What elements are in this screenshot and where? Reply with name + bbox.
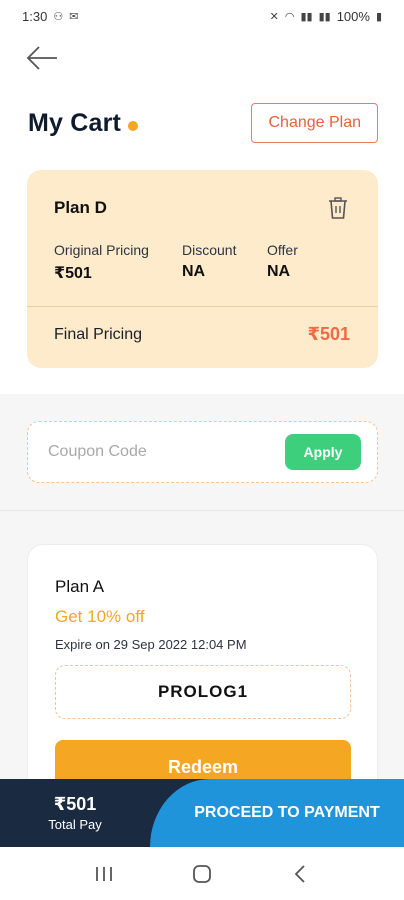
offer-label: Offer: [267, 242, 298, 258]
back-arrow-icon: [26, 46, 57, 70]
discount-value: NA: [182, 263, 206, 280]
title-dot: [128, 121, 139, 131]
mute-icon: ✕: [269, 10, 279, 23]
pay-bar: ₹501 Total Pay PROCEED TO PAYMENT: [0, 779, 404, 847]
status-time: 1:30: [22, 8, 48, 24]
recents-icon: [96, 866, 112, 881]
notification-icon: ⚇: [53, 10, 64, 23]
total-pay-label: Total Pay: [48, 817, 102, 832]
battery-level: 100%: [336, 8, 370, 24]
trash-icon: [329, 197, 347, 219]
back-button[interactable]: [24, 40, 60, 76]
coupon-code-input[interactable]: [48, 443, 248, 461]
final-pricing-label: Final Pricing: [54, 326, 143, 343]
discount: Discount NA: [182, 242, 236, 281]
title-row: My Cart Change Plan: [28, 102, 378, 144]
card-divider: [27, 306, 378, 307]
page-title: My Cart: [28, 108, 139, 138]
original-pricing-value: ₹501: [54, 265, 92, 282]
final-pricing-value: ₹501: [307, 324, 350, 344]
original-pricing-label: Original Pricing: [54, 242, 149, 258]
nav-back-icon: [294, 864, 305, 883]
offer-discount-text: Get 10% off: [55, 607, 145, 626]
plan-name: Plan D: [54, 198, 107, 217]
home-button[interactable]: [182, 854, 222, 894]
battery-icon: ▮: [375, 10, 382, 23]
coupon-box: Apply: [27, 421, 378, 483]
status-bar: 1:30 ⚇ ✉ ✕ ◠ ▮▮ ▮▮ 100% ▮: [0, 0, 404, 32]
signal-icon: ▮▮: [300, 10, 313, 23]
offer-value: NA: [267, 263, 291, 280]
mail-icon: ✉: [69, 10, 79, 23]
page-title-text: My Cart: [28, 108, 122, 137]
proceed-to-payment-button[interactable]: PROCEED TO PAYMENT: [150, 779, 404, 847]
offer-expiry-text: Expire on 29 Sep 2022 12:04 PM: [55, 637, 247, 652]
nav-back-button[interactable]: [280, 854, 320, 894]
plan-card: Plan D Original Pricing ₹501 Discount NA…: [27, 170, 378, 368]
offer-plan-name: Plan A: [55, 577, 105, 596]
total-pay-amount: ₹501: [53, 794, 97, 814]
offer: Offer NA: [267, 242, 298, 281]
signal-icon-2: ▮▮: [318, 10, 331, 23]
apply-button[interactable]: Apply: [285, 434, 361, 470]
discount-label: Discount: [182, 242, 237, 258]
delete-plan-button[interactable]: [326, 196, 350, 220]
original-pricing: Original Pricing ₹501: [54, 242, 149, 283]
change-plan-button[interactable]: Change Plan: [251, 103, 378, 143]
wifi-icon: ◠: [284, 10, 295, 23]
system-nav-bar: [0, 847, 404, 900]
recents-button[interactable]: [84, 854, 124, 894]
home-icon: [193, 864, 211, 883]
total-pay: ₹501 Total Pay: [0, 779, 150, 847]
coupon-code-box[interactable]: PROLOG1: [55, 665, 351, 719]
section-divider: [0, 510, 404, 511]
